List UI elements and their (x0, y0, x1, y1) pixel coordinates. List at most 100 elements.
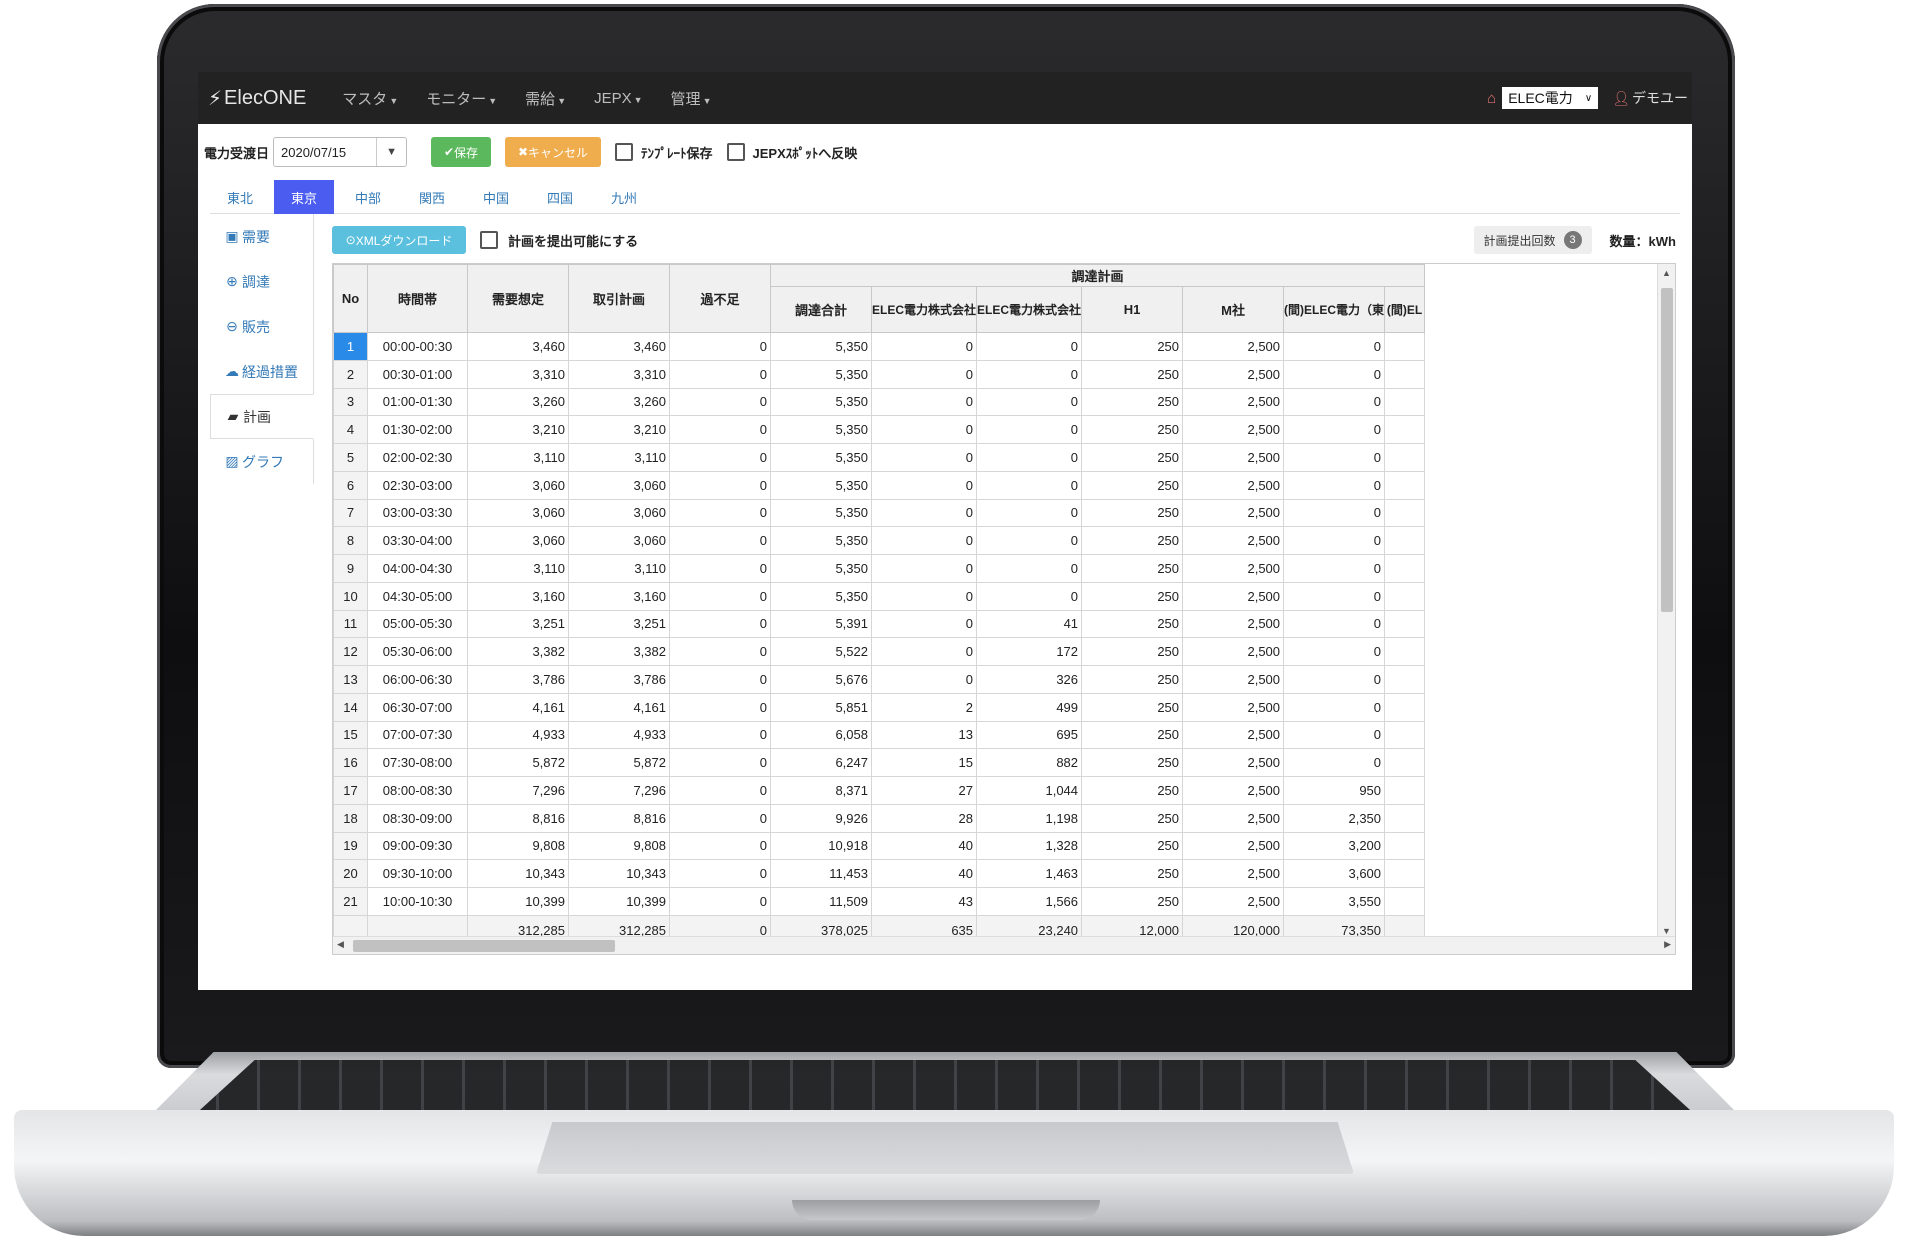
cell-elec-2[interactable]: 41 (976, 609, 1083, 639)
cell-elec-1[interactable]: 0 (870, 415, 978, 444)
horizontal-scrollbar[interactable]: ◀ ▶ (333, 936, 1675, 954)
cell-surplus-shortage[interactable]: 0 (669, 387, 771, 417)
cell-trade-plan[interactable]: 5,872 (568, 748, 670, 777)
cell-h1[interactable]: 250 (1081, 415, 1184, 444)
cell-time[interactable]: 02:30-03:00 (367, 470, 468, 500)
cell-elec-2[interactable]: 0 (976, 470, 1083, 500)
submit-enable-checkbox[interactable]: 計画を提出可能にする (480, 231, 638, 250)
cell-elec-2[interactable]: 0 (976, 443, 1083, 472)
cell-elec-partial[interactable] (1384, 415, 1426, 444)
cell-procurement-total[interactable]: 5,350 (770, 498, 872, 528)
cell-m-company[interactable]: 2,500 (1182, 387, 1285, 417)
table-row[interactable]: 1 00:00-00:30 3,460 3,460 0 5,350 0 0 250 2,500 0 (333, 332, 1426, 361)
cell-elec-2[interactable]: 0 (976, 387, 1083, 417)
cell-elec-partial[interactable] (1384, 776, 1426, 805)
table-row[interactable]: 8 03:30-04:00 3,060 3,060 0 5,350 0 0 250 2,500 0 (333, 526, 1426, 555)
col-header-surplus-shortage[interactable]: 過不足 (669, 264, 771, 333)
cell-time[interactable]: 07:30-08:00 (367, 748, 468, 777)
cell-procurement-total[interactable]: 6,058 (770, 720, 872, 750)
table-row[interactable]: 12 05:30-06:00 3,382 3,382 0 5,522 0 172 250 2,50… (333, 637, 1426, 666)
table-row[interactable]: 5 02:00-02:30 3,110 3,110 0 5,350 0 0 250 2,500 0 (333, 443, 1426, 472)
cell-time[interactable]: 01:30-02:00 (367, 415, 468, 444)
cell-m-company[interactable]: 2,500 (1182, 803, 1285, 833)
col-header-m-company[interactable]: M社 (1182, 286, 1285, 333)
cell-trade-plan[interactable]: 10,399 (568, 887, 670, 916)
cell-m-company[interactable]: 2,500 (1182, 665, 1285, 694)
cell-elec-east[interactable]: 0 (1283, 415, 1386, 444)
cell-demand-forecast[interactable]: 3,260 (467, 387, 569, 417)
cell-no[interactable]: 11 (333, 609, 368, 639)
cell-h1[interactable]: 250 (1081, 859, 1184, 888)
cell-elec-partial[interactable] (1384, 554, 1426, 583)
cell-elec-2[interactable]: 0 (976, 498, 1083, 528)
cell-elec-2[interactable]: 882 (976, 748, 1083, 777)
sidebar-item-sales[interactable]: ⊖ 販売 (210, 304, 313, 349)
cell-surplus-shortage[interactable]: 0 (669, 803, 771, 833)
xml-download-button[interactable]: ⊙ XMLダウンロード (332, 226, 466, 254)
cell-time[interactable]: 09:30-10:00 (367, 859, 468, 888)
cell-elec-partial[interactable] (1384, 470, 1426, 500)
cell-h1[interactable]: 250 (1081, 831, 1184, 861)
cell-demand-forecast[interactable]: 3,251 (467, 609, 569, 639)
cell-procurement-total[interactable]: 5,350 (770, 443, 872, 472)
cell-time[interactable]: 10:00-10:30 (367, 887, 468, 916)
cell-elec-2[interactable]: 0 (976, 554, 1083, 583)
cell-elec-east[interactable]: 3,600 (1283, 859, 1386, 888)
cell-elec-partial[interactable] (1384, 720, 1426, 750)
table-row[interactable]: 14 06:30-07:00 4,161 4,161 0 5,851 2 499 250 2,50… (333, 692, 1426, 722)
cell-time[interactable]: 08:30-09:00 (367, 803, 468, 833)
cell-surplus-shortage[interactable]: 0 (669, 720, 771, 750)
scroll-left-icon[interactable]: ◀ (337, 939, 344, 950)
cell-no[interactable]: 5 (333, 443, 368, 472)
cell-elec-2[interactable]: 0 (976, 415, 1083, 444)
cell-elec-east[interactable]: 2,350 (1283, 803, 1386, 833)
cell-demand-forecast[interactable]: 7,296 (467, 776, 569, 805)
cell-surplus-shortage[interactable]: 0 (669, 526, 771, 555)
cell-no[interactable]: 10 (333, 581, 368, 611)
cell-elec-east[interactable]: 0 (1283, 332, 1386, 361)
table-row[interactable]: 16 07:30-08:00 5,872 5,872 0 6,247 15 882 250 2,5… (333, 748, 1426, 777)
cell-elec-2[interactable]: 172 (976, 637, 1083, 666)
cell-elec-east[interactable]: 0 (1283, 720, 1386, 750)
cell-trade-plan[interactable]: 3,210 (568, 415, 670, 444)
cell-surplus-shortage[interactable]: 0 (669, 637, 771, 666)
col-header-time[interactable]: 時間帯 (367, 264, 468, 333)
cell-elec-east[interactable]: 0 (1283, 359, 1386, 389)
cell-elec-2[interactable]: 695 (976, 720, 1083, 750)
cell-elec-partial[interactable] (1384, 887, 1426, 916)
cell-no[interactable]: 6 (333, 470, 368, 500)
cell-elec-2[interactable]: 499 (976, 692, 1083, 722)
menu-monitor[interactable]: モニター ▼ (412, 88, 511, 109)
cell-h1[interactable]: 250 (1081, 526, 1184, 555)
cell-elec-2[interactable]: 0 (976, 332, 1083, 361)
cell-m-company[interactable]: 2,500 (1182, 692, 1285, 722)
cell-trade-plan[interactable]: 3,260 (568, 387, 670, 417)
cell-elec-partial[interactable] (1384, 665, 1426, 694)
cell-h1[interactable]: 250 (1081, 554, 1184, 583)
cell-trade-plan[interactable]: 9,808 (568, 831, 670, 861)
cell-elec-partial[interactable] (1384, 748, 1426, 777)
cell-procurement-total[interactable]: 5,350 (770, 387, 872, 417)
cell-elec-2[interactable]: 0 (976, 526, 1083, 555)
cell-elec-east[interactable]: 0 (1283, 387, 1386, 417)
cell-procurement-total[interactable]: 5,350 (770, 332, 872, 361)
cell-m-company[interactable]: 2,500 (1182, 776, 1285, 805)
cell-trade-plan[interactable]: 3,251 (568, 609, 670, 639)
brand[interactable]: ⚡︎ ElecONE (198, 86, 306, 111)
cell-elec-2[interactable]: 1,044 (976, 776, 1083, 805)
cell-elec-2[interactable]: 1,463 (976, 859, 1083, 888)
cell-h1[interactable]: 250 (1081, 637, 1184, 666)
cell-h1[interactable]: 250 (1081, 665, 1184, 694)
cell-time[interactable]: 01:00-01:30 (367, 387, 468, 417)
cell-m-company[interactable]: 2,500 (1182, 332, 1285, 361)
cell-elec-partial[interactable] (1384, 498, 1426, 528)
tab-tokyo[interactable]: 東京 (274, 180, 334, 214)
cell-trade-plan[interactable]: 3,060 (568, 526, 670, 555)
cell-procurement-total[interactable]: 5,350 (770, 581, 872, 611)
cell-time[interactable]: 04:00-04:30 (367, 554, 468, 583)
sidebar-item-transitional[interactable]: ☁ 経過措置 (210, 349, 313, 394)
user-menu[interactable]: 👤︎ デモユー (1612, 88, 1688, 108)
cell-surplus-shortage[interactable]: 0 (669, 748, 771, 777)
cell-elec-east[interactable]: 0 (1283, 581, 1386, 611)
cell-procurement-total[interactable]: 5,522 (770, 637, 872, 666)
